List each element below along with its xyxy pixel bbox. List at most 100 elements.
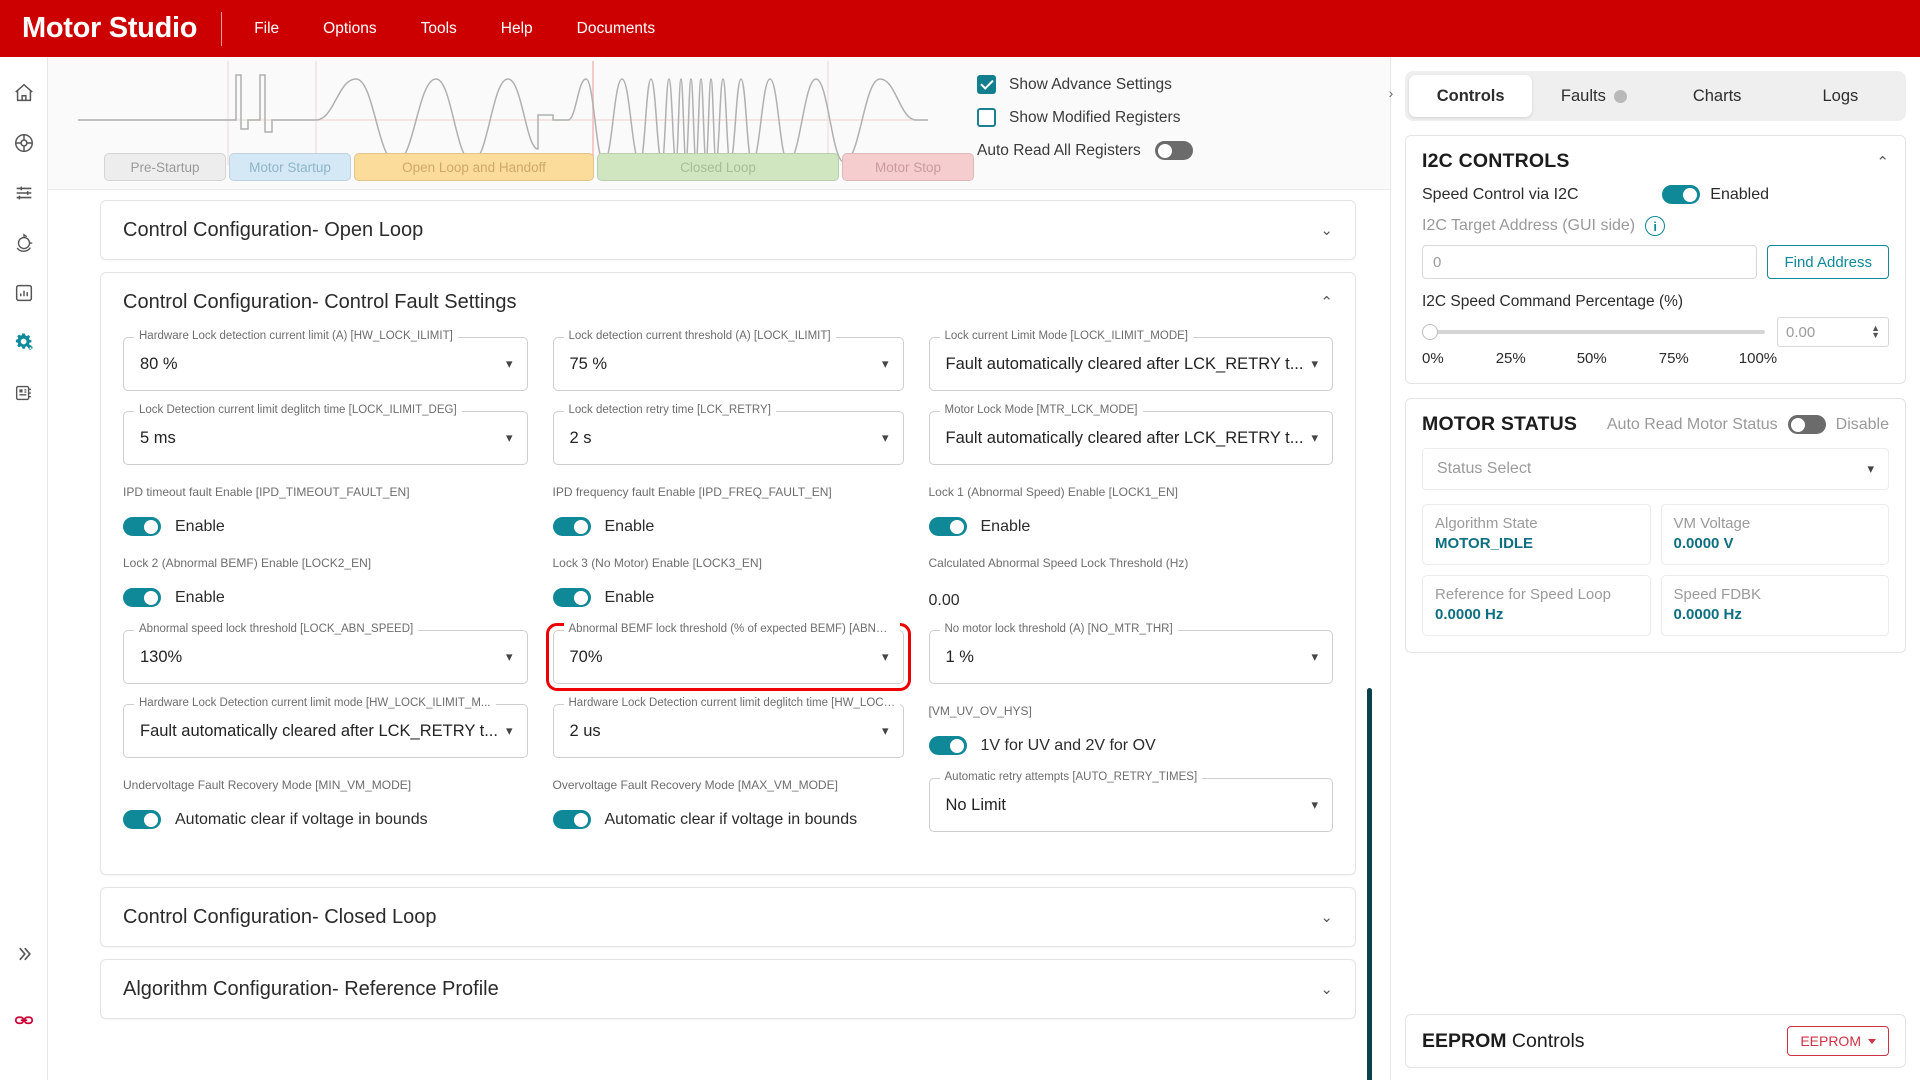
select-no-mtr-thr[interactable]: 1 % ▾ (929, 630, 1334, 684)
eeprom-dropdown-button[interactable]: EEPROM (1787, 1026, 1889, 1056)
show-modified-registers-row[interactable]: Show Modified Registers (977, 108, 1193, 127)
select-lock-ilimit-deg[interactable]: 5 ms ▾ (123, 411, 528, 465)
select-abnormal-bemf-threshold[interactable]: 70% ▾ (553, 630, 904, 684)
stage-closed-loop[interactable]: Closed Loop (597, 153, 839, 181)
toggle-ipd-freq-fault-en[interactable] (553, 517, 591, 536)
i2c-speed-percent-stepper[interactable]: 0.00 ▲▼ (1777, 317, 1889, 347)
tab-faults[interactable]: Faults (1532, 75, 1655, 117)
section-closed-loop-header[interactable]: Control Configuration- Closed Loop ⌄ (101, 888, 1355, 946)
tab-charts[interactable]: Charts (1656, 75, 1779, 117)
chevron-down-icon: ▾ (506, 649, 513, 665)
field-lock-ilimit-deg[interactable]: Lock Detection current limit deglitch ti… (123, 411, 528, 465)
chevron-down-icon[interactable]: ⌄ (1320, 221, 1333, 239)
field-lck-retry[interactable]: Lock detection retry time [LCK_RETRY] 2 … (553, 411, 904, 465)
auto-read-motor-status-toggle[interactable] (1788, 415, 1826, 434)
link-icon[interactable] (4, 1000, 44, 1040)
field-min-vm-mode[interactable]: Automatic clear if voltage in bounds (123, 810, 528, 829)
field-abnormal-bemf-threshold[interactable]: Abnormal BEMF lock threshold (% of expec… (553, 630, 904, 684)
chip-icon[interactable] (4, 373, 44, 413)
toggle-ipd-timeout-fault-en[interactable] (123, 517, 161, 536)
select-auto-retry-times[interactable]: No Limit ▾ (929, 778, 1334, 832)
info-icon[interactable]: i (1645, 216, 1665, 236)
stage-pre-startup[interactable]: Pre-Startup (104, 153, 226, 181)
field-ipd-freq-fault-en[interactable]: Enable (553, 517, 904, 536)
field-lock-ilimit-mode[interactable]: Lock current Limit Mode [LOCK_ILIMIT_MOD… (929, 337, 1334, 391)
home-icon[interactable] (4, 73, 44, 113)
auto-read-all-registers-toggle[interactable] (1155, 141, 1193, 160)
i2c-address-input[interactable]: 0 (1422, 245, 1757, 279)
menu-item-file[interactable]: File (232, 12, 301, 46)
field-lock-ilimit[interactable]: Lock detection current threshold (A) [LO… (553, 337, 904, 391)
speed-control-via-i2c-toggle[interactable] (1662, 185, 1700, 204)
auto-read-motor-status-group[interactable]: Auto Read Motor Status Disable (1607, 415, 1889, 434)
config-scroll-area[interactable]: Control Configuration- Open Loop ⌄ Contr… (48, 190, 1390, 1080)
auto-read-all-registers-row[interactable]: Auto Read All Registers (977, 141, 1193, 160)
sliders-icon[interactable] (4, 173, 44, 213)
field-hw-lock-ilimit[interactable]: Hardware Lock detection current limit (A… (123, 337, 528, 391)
speed-control-row: Speed Control via I2C Enabled (1422, 185, 1889, 204)
cell-vm-uv-ov-hys: [VM_UV_OV_HYS] 1V for UV and 2V for OV (929, 704, 1334, 758)
collapse-right-panel-icon[interactable]: › (1381, 83, 1401, 103)
select-lock-abn-speed[interactable]: 130% ▾ (123, 630, 528, 684)
field-max-vm-mode[interactable]: Automatic clear if voltage in bounds (553, 810, 904, 829)
chart-icon[interactable] (4, 273, 44, 313)
toggle-vm-uv-ov-hys[interactable] (929, 736, 967, 755)
field-lock3-en[interactable]: Enable (553, 588, 904, 607)
tab-logs[interactable]: Logs (1779, 75, 1902, 117)
rotate-icon[interactable] (4, 223, 44, 263)
i2c-speed-slider[interactable] (1422, 322, 1765, 342)
field-vm-uv-ov-hys[interactable]: 1V for UV and 2V for OV (929, 736, 1334, 755)
select-lock-ilimit-mode[interactable]: Fault automatically cleared after LCK_RE… (929, 337, 1334, 391)
stage-motor-stop[interactable]: Motor Stop (842, 153, 974, 181)
status-select-dropdown[interactable]: Status Select ▾ (1422, 448, 1889, 490)
gears-icon[interactable] (4, 323, 44, 363)
field-lock-abn-speed[interactable]: Abnormal speed lock threshold [LOCK_ABN_… (123, 630, 528, 684)
cell-lock2-en: Lock 2 (Abnormal BEMF) Enable [LOCK2_EN]… (123, 556, 528, 610)
show-modified-registers-checkbox[interactable] (977, 108, 996, 127)
section-reference-profile-header[interactable]: Algorithm Configuration- Reference Profi… (101, 960, 1355, 1018)
select-lck-retry[interactable]: 2 s ▾ (553, 411, 904, 465)
slider-handle[interactable] (1422, 324, 1438, 340)
show-advance-settings-checkbox[interactable] (977, 75, 996, 94)
field-ipd-timeout-fault-en[interactable]: Enable (123, 517, 528, 536)
target-icon[interactable] (4, 123, 44, 163)
toggle-max-vm-mode[interactable] (553, 810, 591, 829)
menu-item-tools[interactable]: Tools (399, 12, 479, 46)
toggle-min-vm-mode[interactable] (123, 810, 161, 829)
field-hw-lock-ilimit-deg[interactable]: Hardware Lock Detection current limit de… (553, 704, 904, 758)
field-lock1-en[interactable]: Enable (929, 517, 1334, 536)
section-control-fault-settings-header[interactable]: Control Configuration- Control Fault Set… (101, 273, 1355, 331)
field-no-mtr-thr[interactable]: No motor lock threshold (A) [NO_MTR_THR]… (929, 630, 1334, 684)
toggle-lock1-en[interactable] (929, 517, 967, 536)
select-lock-ilimit[interactable]: 75 % ▾ (553, 337, 904, 391)
toggle-lock2-en[interactable] (123, 588, 161, 607)
chevron-up-icon[interactable]: ⌃ (1876, 153, 1889, 171)
i2c-controls-header[interactable]: I2C CONTROLS ⌃ (1422, 150, 1889, 173)
find-address-button[interactable]: Find Address (1767, 245, 1889, 279)
field-lock2-en[interactable]: Enable (123, 588, 528, 607)
stepper-arrows-icon[interactable]: ▲▼ (1871, 325, 1880, 339)
select-hw-lock-ilimit-mode[interactable]: Fault automatically cleared after LCK_RE… (123, 704, 528, 758)
field-mtr-lck-mode[interactable]: Motor Lock Mode [MTR_LCK_MODE] Fault aut… (929, 411, 1334, 465)
field-hw-lock-ilimit-mode[interactable]: Hardware Lock Detection current limit mo… (123, 704, 528, 758)
auto-read-motor-status-label: Auto Read Motor Status (1607, 416, 1778, 434)
menu-item-documents[interactable]: Documents (555, 12, 677, 46)
menu-item-help[interactable]: Help (479, 12, 555, 46)
select-hw-lock-ilimit[interactable]: 80 % ▾ (123, 337, 528, 391)
select-hw-lock-ilimit-deg[interactable]: 2 us ▾ (553, 704, 904, 758)
stage-motor-startup[interactable]: Motor Startup (229, 153, 351, 181)
toggle-lock3-en[interactable] (553, 588, 591, 607)
tab-controls[interactable]: Controls (1409, 75, 1532, 117)
field-auto-retry-times[interactable]: Automatic retry attempts [AUTO_RETRY_TIM… (929, 778, 1334, 832)
chevron-down-icon[interactable]: ⌄ (1320, 908, 1333, 926)
expand-rail-icon[interactable] (4, 934, 44, 974)
chevron-down-icon[interactable]: ⌄ (1320, 980, 1333, 998)
stage-open-loop-handoff[interactable]: Open Loop and Handoff (354, 153, 594, 181)
select-mtr-lck-mode[interactable]: Fault automatically cleared after LCK_RE… (929, 411, 1334, 465)
chevron-up-icon[interactable]: ⌃ (1320, 293, 1333, 311)
menu-item-options[interactable]: Options (301, 12, 398, 46)
speed-control-toggle-group[interactable]: Enabled (1662, 185, 1769, 204)
show-advance-settings-row[interactable]: Show Advance Settings (977, 75, 1193, 94)
section-open-loop-header[interactable]: Control Configuration- Open Loop ⌄ (101, 201, 1355, 259)
content-scrollbar[interactable] (1367, 688, 1372, 1080)
